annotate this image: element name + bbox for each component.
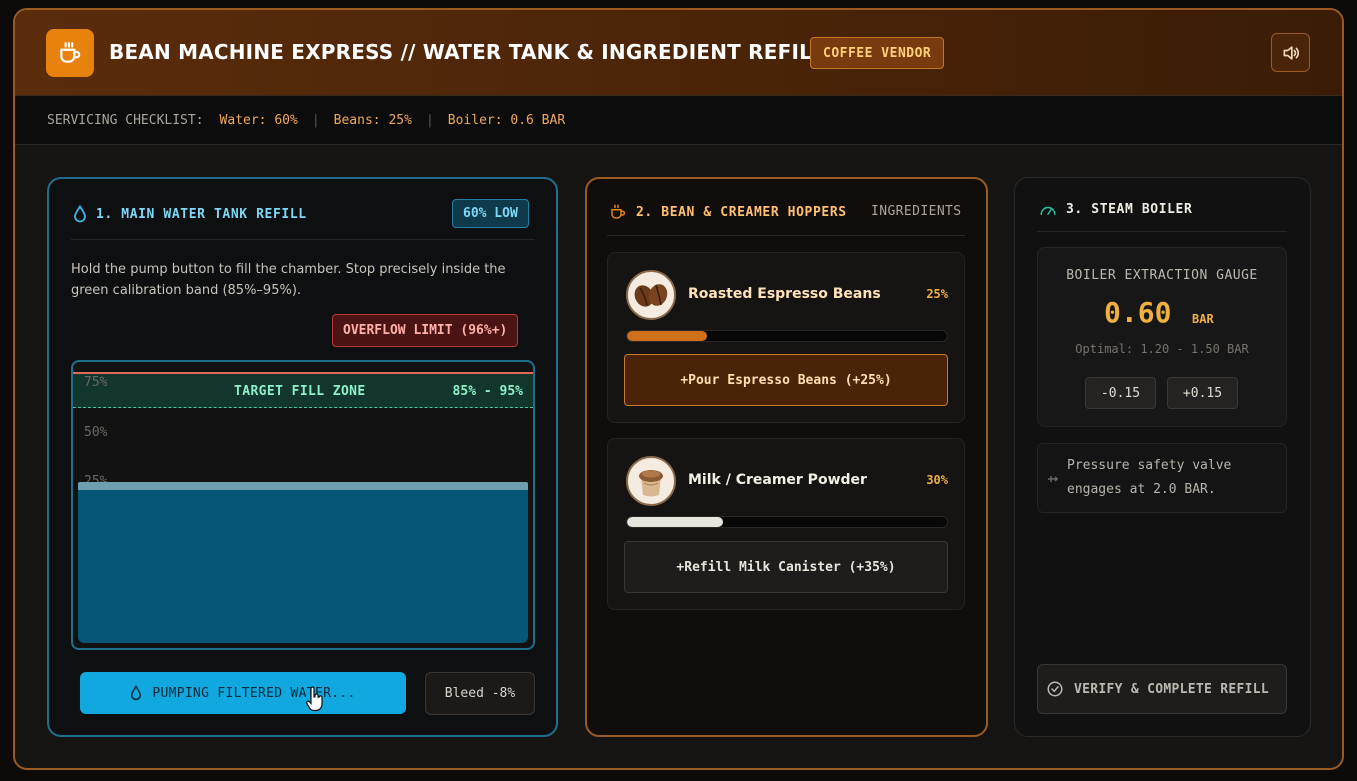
checklist-water: Water: 60%	[219, 112, 298, 128]
milk-hopper-card: Milk / Creamer Powder 30% +Refill Milk C…	[607, 438, 965, 610]
vendor-badge: COFFEE VENDOR	[810, 37, 945, 69]
gauge-unit: BAR	[1192, 312, 1214, 326]
tick-label: 50%	[84, 425, 108, 440]
decrease-pressure-button[interactable]: -0.15	[1085, 377, 1156, 409]
coffee-beans-icon	[626, 270, 676, 320]
water-drop-icon	[74, 205, 86, 223]
coffee-cup-icon	[611, 204, 626, 219]
sound-toggle-button[interactable]	[1271, 33, 1310, 72]
ingredient-name: Roasted Espresso Beans	[688, 286, 881, 302]
boiler-panel-header: 3. STEAM BOILER	[1039, 201, 1192, 217]
divider	[1037, 231, 1287, 232]
app-window: BEAN MACHINE EXPRESS // WATER TANK & ING…	[13, 8, 1344, 770]
coffee-cup-icon	[46, 29, 94, 77]
divider: |	[425, 112, 434, 128]
ingredients-panel-title: 2. BEAN & CREAMER HOPPERS	[636, 204, 847, 220]
bleed-button[interactable]: Bleed -8%	[425, 672, 535, 715]
boiler-panel-title: 3. STEAM BOILER	[1066, 201, 1193, 217]
water-drop-icon	[131, 685, 142, 701]
bean-level-bar	[626, 330, 948, 342]
gauge-value: 0.60	[1104, 296, 1172, 329]
checklist-boiler: Boiler: 0.6 BAR	[447, 112, 566, 128]
water-tank-panel: 1. MAIN WATER TANK REFILL 60% LOW Hold t…	[47, 177, 558, 737]
valve-note-text: Pressure safety valve engages at 2.0 BAR…	[1067, 458, 1232, 497]
pump-button-label: PUMPING FILTERED WATER...	[152, 685, 356, 701]
checklist-label: SERVICING CHECKLIST:	[47, 112, 204, 128]
water-panel-header: 1. MAIN WATER TANK REFILL	[73, 205, 307, 223]
milk-level-fill	[627, 517, 723, 527]
check-circle-icon	[1047, 681, 1063, 697]
overflow-limit-badge: OVERFLOW LIMIT (96%+)	[332, 314, 519, 347]
gauge-title: BOILER EXTRACTION GAUGE	[1066, 268, 1258, 283]
hand-cursor-icon	[306, 686, 323, 712]
water-panel-title: 1. MAIN WATER TANK REFILL	[96, 206, 307, 222]
ingredient-percent: 30%	[926, 473, 948, 487]
boiler-gauge: BOILER EXTRACTION GAUGE 0.60 BAR Optimal…	[1037, 247, 1287, 427]
app-title: BEAN MACHINE EXPRESS // WATER TANK & ING…	[109, 40, 826, 64]
water-instructions: Hold the pump button to fill the chamber…	[71, 262, 506, 298]
water-fill-level	[78, 482, 528, 643]
bean-level-fill	[627, 331, 707, 341]
divider	[71, 239, 535, 240]
divider: |	[311, 112, 320, 128]
gauge-icon	[1040, 206, 1056, 215]
ingredient-percent: 25%	[926, 287, 948, 301]
milk-level-bar	[626, 516, 948, 528]
milk-powder-icon	[626, 456, 676, 506]
target-fill-zone: TARGET FILL ZONE 85% - 95%	[73, 372, 533, 408]
checklist-beans: Beans: 25%	[333, 112, 412, 128]
speaker-icon	[1283, 45, 1299, 60]
ingredient-name: Milk / Creamer Powder	[688, 472, 867, 488]
target-zone-range: 85% - 95%	[452, 384, 523, 399]
water-tank-chamber: TARGET FILL ZONE 85% - 95% 75% 50% 25%	[71, 360, 535, 650]
divider	[607, 235, 965, 236]
water-level-badge: 60% LOW	[452, 199, 529, 228]
gauge-optimal-range: Optimal: 1.20 - 1.50 BAR	[1075, 342, 1249, 356]
refill-milk-button[interactable]: +Refill Milk Canister (+35%)	[624, 541, 948, 593]
verify-complete-button[interactable]: VERIFY & COMPLETE REFILL	[1037, 664, 1287, 714]
target-zone-label: TARGET FILL ZONE	[234, 384, 366, 399]
tick-label: 75%	[84, 375, 108, 390]
ingredients-panel-header: 2. BEAN & CREAMER HOPPERS	[609, 203, 847, 221]
servicing-checklist: SERVICING CHECKLIST: Water: 60% | Beans:…	[15, 96, 1342, 145]
verify-button-label: VERIFY & COMPLETE REFILL	[1074, 681, 1270, 697]
ingredients-subtitle: INGREDIENTS	[871, 204, 962, 219]
increase-pressure-button[interactable]: +0.15	[1167, 377, 1238, 409]
steam-boiler-panel: 3. STEAM BOILER BOILER EXTRACTION GAUGE …	[1014, 177, 1311, 737]
app-header: BEAN MACHINE EXPRESS // WATER TANK & ING…	[15, 10, 1342, 96]
safety-valve-note: Pressure safety valve engages at 2.0 BAR…	[1037, 443, 1287, 513]
valve-icon	[1048, 476, 1059, 482]
bean-hopper-card: Roasted Espresso Beans 25% +Pour Espress…	[607, 252, 965, 423]
pour-beans-button[interactable]: +Pour Espresso Beans (+25%)	[624, 354, 948, 406]
ingredients-panel: 2. BEAN & CREAMER HOPPERS INGREDIENTS Ro…	[585, 177, 988, 737]
pump-water-button[interactable]: PUMPING FILTERED WATER...	[80, 672, 406, 714]
